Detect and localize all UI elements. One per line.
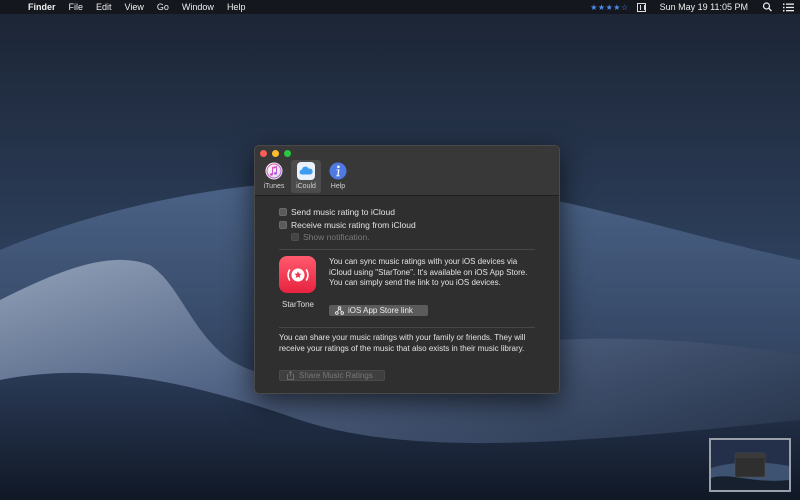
- notification-center-icon[interactable]: [783, 3, 794, 12]
- menu-edit[interactable]: Edit: [96, 2, 112, 12]
- keyboard-viewer-icon[interactable]: [636, 2, 646, 12]
- section-divider: [279, 249, 535, 250]
- send-rating-label: Send music rating to iCloud: [291, 207, 395, 217]
- window-controls: [260, 150, 296, 157]
- share-icon: [287, 371, 294, 380]
- star-icon: [286, 268, 309, 281]
- share-link-icon: [335, 306, 344, 315]
- startone-app-icon: [279, 256, 316, 293]
- menu-window[interactable]: Window: [182, 2, 214, 12]
- send-rating-option[interactable]: Send music rating to iCloud: [279, 207, 395, 217]
- itunes-icon: [265, 162, 283, 180]
- show-notification-checkbox[interactable]: [291, 233, 299, 241]
- info-icon: [329, 162, 347, 180]
- tab-itunes-label: iTunes: [263, 183, 285, 190]
- menu-finder[interactable]: Finder: [28, 2, 56, 12]
- tab-help-label: Help: [330, 183, 346, 190]
- zoom-button[interactable]: [284, 150, 291, 157]
- ios-app-store-link-label: iOS App Store link: [348, 306, 413, 315]
- tab-itunes[interactable]: iTunes: [259, 160, 289, 193]
- screenshot-thumbnail[interactable]: [709, 438, 791, 492]
- minimize-button[interactable]: [272, 150, 279, 157]
- rating-stars-status-item[interactable]: ★★★★☆: [590, 3, 628, 12]
- menu-clock[interactable]: Sun May 19 11:05 PM: [660, 2, 748, 12]
- show-notification-option[interactable]: Show notification.: [291, 232, 370, 242]
- thumbnail-preview-image: [711, 440, 789, 490]
- tab-icloud[interactable]: iCould: [291, 160, 321, 193]
- icloud-icon: [297, 162, 315, 180]
- menu-go[interactable]: Go: [157, 2, 169, 12]
- menu-file[interactable]: File: [69, 2, 84, 12]
- section-divider: [279, 327, 535, 328]
- tab-help[interactable]: Help: [323, 160, 353, 193]
- close-button[interactable]: [260, 150, 267, 157]
- send-rating-checkbox[interactable]: [279, 208, 287, 216]
- show-notification-label: Show notification.: [303, 232, 370, 242]
- menu-bar: Finder File Edit View Go Window Help ★★★…: [0, 0, 800, 14]
- preference-tabs: iTunes iCould Help: [259, 160, 355, 193]
- preferences-window: iTunes iCould Help Send music rating to …: [254, 145, 560, 394]
- startone-app-name: StarTone: [281, 300, 315, 309]
- receive-rating-checkbox[interactable]: [279, 221, 287, 229]
- window-toolbar: iTunes iCould Help: [255, 146, 559, 196]
- share-description: You can share your music ratings with yo…: [279, 333, 526, 353]
- ios-app-store-link-button[interactable]: iOS App Store link: [329, 305, 428, 316]
- menu-extras: ★★★★☆ Sun May 19 11:05 PM: [590, 2, 794, 12]
- receive-rating-option[interactable]: Receive music rating from iCloud: [279, 220, 416, 230]
- menu-view[interactable]: View: [125, 2, 144, 12]
- startone-description: You can sync music ratings with your iOS…: [329, 257, 528, 287]
- spotlight-search-icon[interactable]: [762, 2, 773, 12]
- menu-help[interactable]: Help: [227, 2, 246, 12]
- receive-rating-label: Receive music rating from iCloud: [291, 220, 416, 230]
- share-music-ratings-button[interactable]: Share Music Ratings: [279, 370, 385, 381]
- share-music-ratings-label: Share Music Ratings: [299, 371, 373, 380]
- tab-icloud-label: iCould: [296, 183, 316, 190]
